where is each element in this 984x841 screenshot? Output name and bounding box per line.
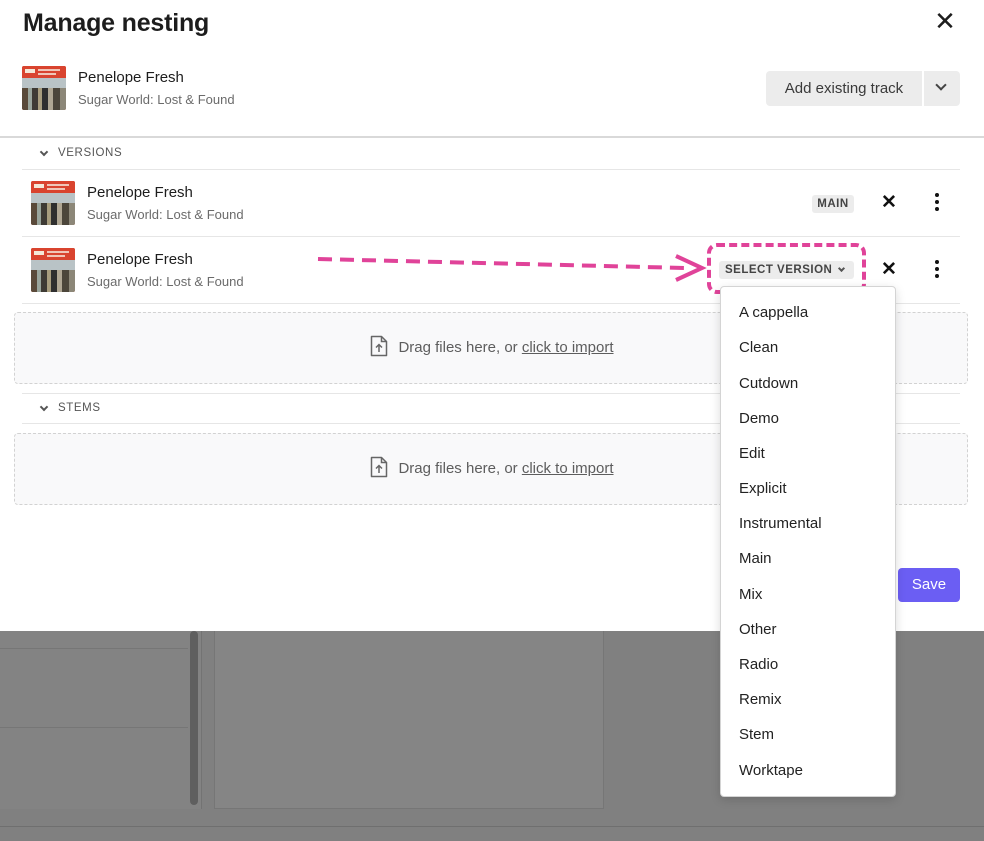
background-scrollbar: [190, 631, 198, 805]
click-to-import-link[interactable]: click to import: [522, 339, 614, 356]
version-track-album: Sugar World: Lost & Found: [87, 274, 244, 289]
chevron-down-icon: [935, 79, 947, 91]
main-badge: MAIN: [812, 195, 854, 213]
version-option[interactable]: Clean: [739, 339, 778, 356]
chevron-down-icon[interactable]: [39, 147, 49, 157]
versions-section-label[interactable]: VERSIONS: [58, 147, 122, 159]
version-option[interactable]: Main: [739, 550, 772, 567]
click-to-import-link[interactable]: click to import: [522, 460, 614, 477]
version-track-title: Penelope Fresh: [87, 251, 193, 268]
modal-title: Manage nesting: [23, 9, 210, 37]
version-option[interactable]: Edit: [739, 445, 765, 462]
version-option[interactable]: Cutdown: [739, 375, 798, 392]
file-upload-icon: [371, 335, 388, 357]
parent-track-title: Penelope Fresh: [78, 69, 184, 86]
version-option[interactable]: Other: [739, 621, 777, 638]
chevron-down-icon[interactable]: [39, 402, 49, 412]
parent-track-album: Sugar World: Lost & Found: [78, 92, 235, 107]
album-art: [22, 66, 66, 110]
background-panel: [0, 631, 202, 809]
album-art: [31, 181, 75, 225]
dropzone-text: Drag files here, or: [398, 460, 522, 477]
version-option[interactable]: A cappella: [739, 304, 808, 321]
version-option[interactable]: Instrumental: [739, 515, 822, 532]
more-options-icon[interactable]: [927, 259, 947, 281]
version-option[interactable]: Radio: [739, 656, 778, 673]
close-icon[interactable]: ✕: [930, 6, 960, 36]
remove-version-button[interactable]: ✕: [879, 260, 899, 280]
annotation-arrow: [317, 254, 707, 282]
divider: [0, 136, 984, 138]
save-button[interactable]: Save: [898, 568, 960, 602]
album-art: [31, 248, 75, 292]
version-option[interactable]: Remix: [739, 691, 782, 708]
version-options-menu: A cappella Clean Cutdown Demo Edit Expli…: [720, 286, 896, 797]
add-existing-track-button[interactable]: Add existing track: [766, 71, 922, 106]
file-upload-icon: [371, 456, 388, 478]
version-option[interactable]: Demo: [739, 410, 779, 427]
version-track-album: Sugar World: Lost & Found: [87, 207, 244, 222]
version-track-title: Penelope Fresh: [87, 184, 193, 201]
dropzone-text: Drag files here, or: [398, 339, 522, 356]
version-option[interactable]: Stem: [739, 726, 774, 743]
version-option[interactable]: Explicit: [739, 480, 787, 497]
remove-version-button[interactable]: ✕: [879, 193, 899, 213]
version-option[interactable]: Mix: [739, 586, 762, 603]
stems-section-label[interactable]: STEMS: [58, 402, 101, 414]
more-options-icon[interactable]: [927, 192, 947, 214]
background-panel: [214, 631, 604, 809]
version-option[interactable]: Worktape: [739, 762, 803, 779]
add-existing-dropdown-button[interactable]: [924, 71, 960, 106]
